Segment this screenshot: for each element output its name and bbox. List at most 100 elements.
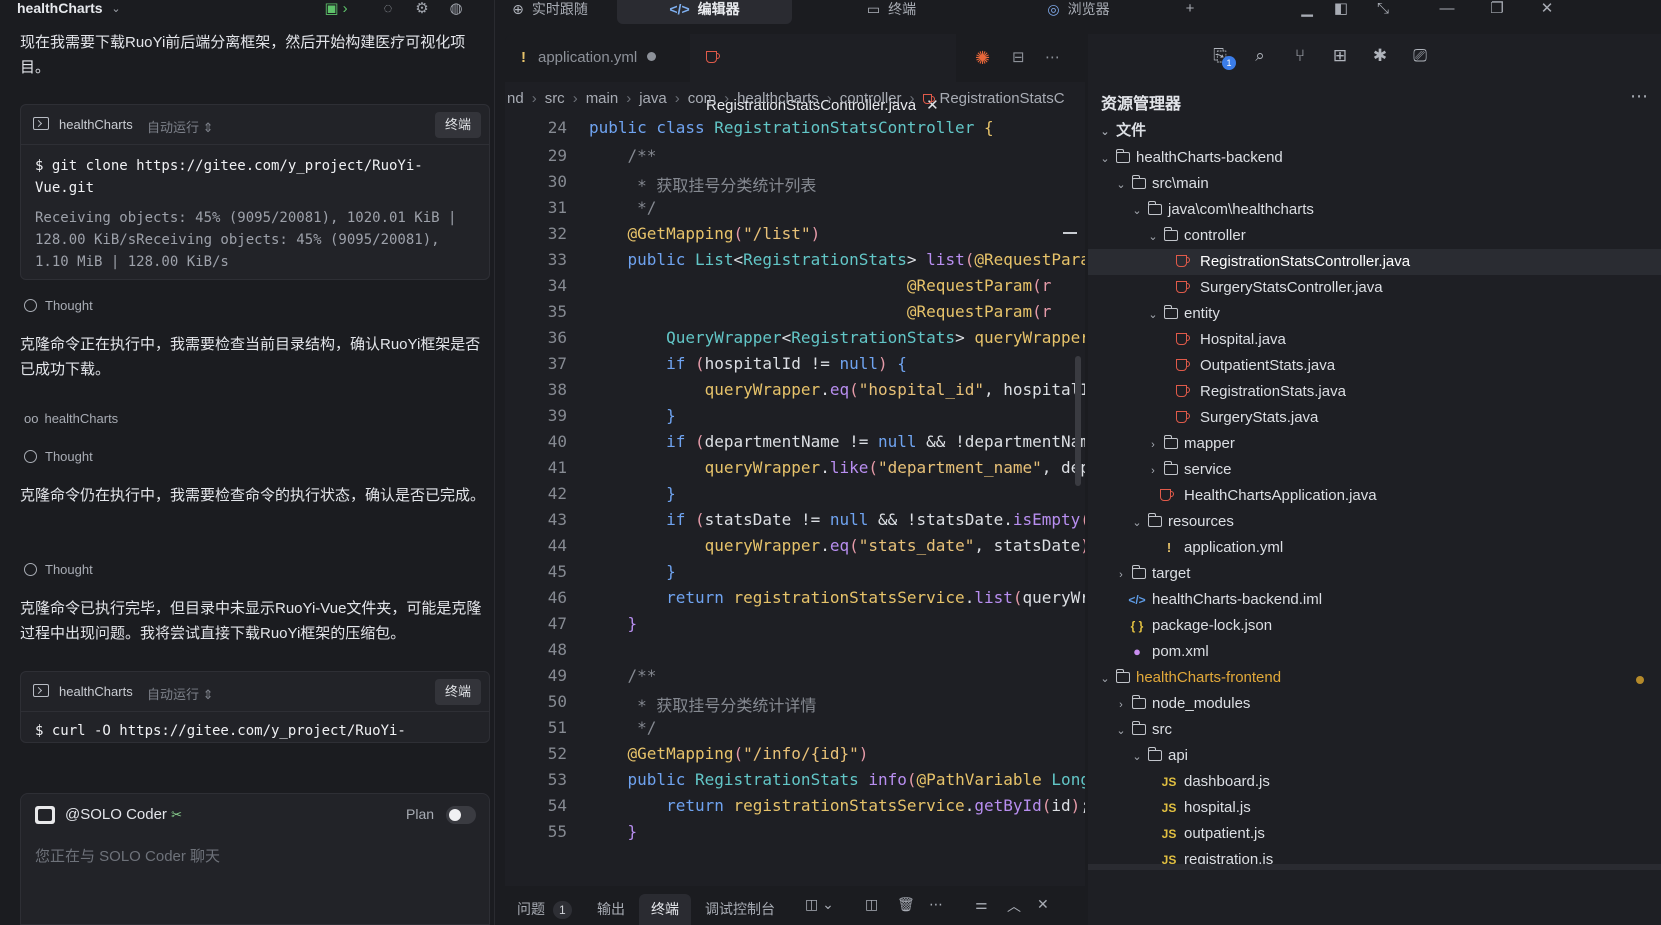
tree-file[interactable]: RegistrationStats.java <box>1088 379 1661 405</box>
tree-item-label: mapper <box>1184 435 1235 452</box>
line-number: 49 <box>547 666 567 685</box>
breadcrumb-item[interactable]: nd <box>507 90 524 107</box>
chat-input[interactable] <box>35 848 475 865</box>
account-icon[interactable]: ◍ <box>446 0 466 20</box>
settings-sliders-icon[interactable]: ⚌ <box>975 896 988 913</box>
tree-file[interactable]: JS dashboard.js <box>1088 769 1661 795</box>
spark-icon[interactable]: ✺ <box>975 34 1005 82</box>
more-icon[interactable]: ⋯ <box>929 896 943 913</box>
split-terminal-icon[interactable]: ◫ ⌄ <box>805 896 834 913</box>
tree-folder[interactable]: ⌄ api <box>1088 743 1661 769</box>
tree-folder[interactable]: ⌄ src <box>1088 717 1661 743</box>
tab-browser[interactable]: ◎ 浏览器 <box>991 0 1166 24</box>
chat-title[interactable]: healthCharts <box>17 0 103 16</box>
tree-file[interactable]: RegistrationStatsController.java <box>1088 249 1661 275</box>
thought-toggle[interactable]: Thought <box>24 449 93 464</box>
minimize-icon[interactable]: — <box>1435 0 1459 20</box>
new-chat-icon[interactable]: ◌ <box>378 0 398 20</box>
more-icon[interactable]: ⋯ <box>1630 86 1648 107</box>
tree-folder[interactable]: ⌄ controller <box>1088 223 1661 249</box>
terminal-name: healthCharts <box>59 684 133 699</box>
agent-selector[interactable]: @SOLO Coder ✂ <box>65 806 182 823</box>
terminal-mode[interactable]: 自动运行 ⇕ <box>147 684 214 703</box>
add-tab-button[interactable]: + <box>1178 0 1202 20</box>
toggle-sidebar-icon[interactable]: ◧ <box>1329 0 1353 20</box>
java-icon <box>1176 327 1194 353</box>
tree-file[interactable]: ! application.yml <box>1088 535 1661 561</box>
tab-editor[interactable]: </> 编辑器 <box>617 0 792 24</box>
tree-file[interactable]: JS outpatient.js <box>1088 821 1661 847</box>
extensions-icon[interactable]: ⊞ <box>1328 44 1352 68</box>
tree-file[interactable]: </> healthCharts-backend.iml <box>1088 587 1661 613</box>
tree-folder[interactable]: › node_modules <box>1088 691 1661 717</box>
tree-file[interactable]: SurgeryStats.java <box>1088 405 1661 431</box>
explorer-scrollbar[interactable] <box>1088 864 1661 870</box>
tree-folder[interactable]: › mapper <box>1088 431 1661 457</box>
tab-terminal-panel[interactable]: 终端 <box>639 894 691 925</box>
breadcrumb-item[interactable]: src <box>545 90 565 107</box>
close-icon[interactable]: ✕ <box>1535 0 1559 20</box>
tree-file[interactable]: Hospital.java <box>1088 327 1661 353</box>
tree-folder[interactable]: ⌄ resources <box>1088 509 1661 535</box>
line-number: 53 <box>547 770 567 789</box>
breadcrumb-item[interactable]: controller <box>840 90 902 107</box>
collapse-icon[interactable]: ⤡ <box>1371 0 1395 20</box>
agent-mode-icon[interactable]: ▣ › <box>320 0 352 20</box>
tree-folder[interactable]: ⌄ entity <box>1088 301 1661 327</box>
files-icon[interactable]: ⎘ 1 <box>1208 44 1236 70</box>
editor-tab-registration-controller[interactable]: RegistrationStatsController.java ✕ <box>690 34 956 114</box>
tree-folder[interactable]: › service <box>1088 457 1661 483</box>
split-editor-icon[interactable]: ⊟ <box>1012 34 1042 82</box>
tree-folder[interactable]: ⌄ healthCharts-frontend <box>1088 665 1661 691</box>
toggle-panel-icon[interactable]: ▁ <box>1295 0 1319 20</box>
chevron-down-icon[interactable]: ⌄ <box>106 0 126 20</box>
tab-problems[interactable]: 问题 1 <box>505 894 584 925</box>
split-panel-icon[interactable]: ◫ <box>865 896 878 913</box>
breadcrumb-item[interactable]: com <box>688 90 716 107</box>
line-number: 51 <box>547 718 567 737</box>
more-icon[interactable]: ⋯ <box>1045 34 1075 82</box>
tree-file[interactable]: OutpatientStats.java <box>1088 353 1661 379</box>
tree-folder[interactable]: ⌄ healthCharts-backend <box>1088 145 1661 171</box>
tab-follow[interactable]: ⊕ 实时跟随 <box>495 0 605 24</box>
chevron-down-icon: ⌄ <box>1132 751 1142 763</box>
maximize-panel-icon[interactable]: ︿ <box>1007 896 1021 916</box>
terminal-name: healthCharts <box>59 117 133 132</box>
section-files[interactable]: ⌄ 文件 <box>1088 118 1661 144</box>
tree-file[interactable]: HealthChartsApplication.java <box>1088 483 1661 509</box>
tree-file[interactable]: { } package-lock.json <box>1088 613 1661 639</box>
tab-terminal[interactable]: ▭ 终端 <box>804 0 979 24</box>
plan-toggle[interactable] <box>446 806 476 824</box>
remote-icon[interactable]: ⎚ <box>1408 44 1432 68</box>
editor-scrollbar[interactable] <box>1075 356 1081 486</box>
tab-debug-console[interactable]: 调试控制台 <box>693 894 787 925</box>
open-terminal-button[interactable]: 终端 <box>434 679 481 705</box>
trash-icon[interactable]: 🗑 <box>897 896 915 913</box>
tree-file[interactable]: ● pom.xml <box>1088 639 1661 665</box>
tree-folder[interactable]: ⌄ src\main <box>1088 171 1661 197</box>
thought-toggle[interactable]: Thought <box>24 562 93 577</box>
tab-output[interactable]: 输出 <box>585 894 637 925</box>
code-area[interactable]: 24 29 30 31 32 33 34 35 36 37 38 39 40 4… <box>505 116 1085 886</box>
terminal-mode[interactable]: 自动运行 ⇕ <box>147 117 214 136</box>
breadcrumb-item[interactable]: RegistrationStatsC <box>940 90 1065 107</box>
breadcrumb-item[interactable]: java <box>639 90 667 107</box>
tree-folder[interactable]: › target <box>1088 561 1661 587</box>
gear-icon[interactable]: ⚙ <box>412 0 432 20</box>
debug-icon[interactable]: ✱ <box>1368 44 1392 68</box>
tree-file[interactable]: SurgeryStatsController.java <box>1088 275 1661 301</box>
breadcrumb-item[interactable]: healthcharts <box>737 90 819 107</box>
source-control-icon[interactable]: ⑂ <box>1288 44 1312 68</box>
restore-icon[interactable]: ❐ <box>1485 0 1509 20</box>
tree-file[interactable]: JS hospital.js <box>1088 795 1661 821</box>
tree-item-label: node_modules <box>1152 695 1251 712</box>
java-icon <box>922 94 935 104</box>
breadcrumb-item[interactable]: main <box>586 90 619 107</box>
close-panel-icon[interactable]: ✕ <box>1037 896 1049 913</box>
tree-item-label: RegistrationStatsController.java <box>1200 253 1411 270</box>
search-icon[interactable]: ⌕ <box>1248 44 1272 68</box>
thought-toggle[interactable]: Thought <box>24 298 93 313</box>
open-terminal-button[interactable]: 终端 <box>434 112 481 138</box>
editor-tab-application-yml[interactable]: ! application.yml <box>505 34 688 82</box>
tree-folder[interactable]: ⌄ java\com\healthcharts <box>1088 197 1661 223</box>
